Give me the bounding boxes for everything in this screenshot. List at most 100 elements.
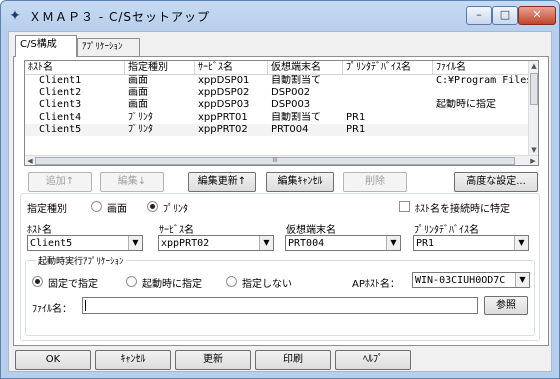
column-header-service[interactable]: ｻｰﾋﾞｽ名 (195, 61, 268, 75)
cell-printer: PR1 (346, 111, 366, 123)
file-input[interactable] (82, 297, 478, 314)
help-button[interactable]: ﾍﾙﾌﾟ (335, 350, 411, 370)
type-screen-radio[interactable] (91, 201, 102, 212)
cell-host: Client3 (39, 99, 82, 111)
cell-host: Client1 (39, 75, 82, 86)
app-window: ✦ ＸＭＡＰ３ - C/Sセットアップ – □ ✕ C/S構成 ｱﾌﾟﾘｹｰｼｮ… (0, 0, 560, 379)
opt-fixed-radio[interactable] (32, 276, 43, 287)
scroll-down-icon[interactable]: ▼ (529, 145, 538, 155)
minimize-button[interactable]: – (466, 6, 492, 25)
cell-service: xppPRT02 (198, 123, 248, 135)
chevron-down-icon[interactable]: ▼ (515, 273, 529, 287)
column-header-printer[interactable]: ﾌﾟﾘﾝﾀﾃﾞﾊﾞｲｽ名 (343, 61, 433, 75)
service-select[interactable]: xppPRT02 ▼ (158, 235, 274, 251)
cell-terminal: 自動割当て (271, 75, 321, 86)
table-row-selected[interactable]: Client5 ﾌﾟﾘﾝﾀ xppPRT02 PRT004 PR1 (25, 123, 530, 136)
chevron-down-icon[interactable]: ▼ (386, 236, 400, 250)
startup-app-group: 起動時実行ｱﾌﾟﾘｹｰｼｮﾝ 固定で指定 起動時に指定 指定しない APﾎｽﾄ名… (25, 254, 535, 336)
list-header: ﾎｽﾄ名 指定種別 ｻｰﾋﾞｽ名 仮想端末名 ﾌﾟﾘﾝﾀﾃﾞﾊﾞｲｽ名 ﾌｧｲﾙ… (25, 61, 530, 75)
text-caret (85, 300, 86, 311)
maximize-button[interactable]: □ (492, 6, 518, 25)
scroll-thumb[interactable] (530, 73, 538, 105)
edit-button[interactable]: 編集↓ (100, 172, 164, 192)
host-value: Client5 (30, 238, 73, 249)
cell-type: ﾌﾟﾘﾝﾀ (128, 111, 153, 123)
ok-button[interactable]: OK (15, 350, 91, 370)
scroll-right-icon[interactable]: ▶ (528, 156, 538, 165)
list-horizontal-scrollbar[interactable]: ◀ III ▶ (25, 155, 538, 165)
cell-host: Client4 (39, 111, 82, 123)
xmap-app-icon[interactable]: ✦ (7, 8, 23, 24)
opt-startup-label[interactable]: 起動時に指定 (142, 275, 202, 290)
tab-application[interactable]: ｱﾌﾟﾘｹｰｼｮﾝ (77, 38, 140, 57)
cell-type: 画面 (128, 75, 148, 86)
chevron-down-icon[interactable]: ▼ (514, 236, 528, 250)
terminal-select[interactable]: PRT004 ▼ (285, 235, 401, 251)
host-connect-checkbox[interactable] (399, 201, 410, 212)
column-header-type[interactable]: 指定種別 (125, 61, 195, 75)
cell-file: C:¥Program Files (436, 75, 530, 86)
cell-terminal: DSP002 (271, 87, 311, 99)
terminal-value: PRT004 (288, 238, 325, 249)
table-row[interactable]: Client1 画面 xppDSP01 自動割当て C:¥Program Fil… (25, 75, 530, 87)
type-label: 指定種別 (27, 204, 67, 215)
tab-cs-config[interactable]: C/S構成 (15, 35, 77, 57)
cell-printer (343, 87, 433, 99)
column-header-file[interactable]: ﾌｧｲﾙ名 (433, 61, 530, 75)
scroll-up-icon[interactable]: ▲ (529, 61, 538, 71)
print-button[interactable]: 印刷 (255, 350, 331, 370)
column-header-terminal[interactable]: 仮想端末名 (268, 61, 343, 75)
cell-file (433, 87, 530, 99)
type-printer-radio[interactable] (147, 201, 158, 212)
opt-none-label[interactable]: 指定しない (242, 275, 292, 290)
opt-none-radio[interactable] (226, 276, 237, 287)
cell-host: Client2 (39, 87, 82, 99)
table-row[interactable]: Client3 画面 xppDSP03 DSP003 起動時に指定 (25, 99, 530, 111)
cell-type: 画面 (128, 99, 148, 111)
edit-update-button[interactable]: 編集更新↑ (188, 172, 256, 192)
type-screen-label[interactable]: 画面 (107, 200, 127, 215)
scroll-thumb-grip[interactable]: III (35, 157, 515, 165)
cell-printer (343, 75, 433, 87)
browse-button[interactable]: 参照 (484, 296, 528, 315)
cell-file (433, 112, 530, 124)
list-body: Client1 画面 xppDSP01 自動割当て C:¥Program Fil… (25, 75, 530, 136)
edit-cancel-button[interactable]: 編集ｷｬﾝｾﾙ (266, 172, 334, 192)
add-button[interactable]: 追加↑ (28, 172, 92, 192)
cell-host: Client5 (39, 123, 82, 135)
cell-type: ﾌﾟﾘﾝﾀ (128, 123, 153, 135)
cell-type: 画面 (128, 87, 148, 99)
cell-terminal: PRT004 (271, 123, 309, 135)
close-button[interactable]: ✕ (518, 6, 556, 25)
ap-host-label: APﾎｽﾄ名： (352, 279, 400, 290)
delete-button[interactable]: 削除 (343, 172, 407, 192)
opt-fixed-label[interactable]: 固定で指定 (48, 275, 98, 290)
cell-service: xppDSP03 (198, 99, 250, 111)
service-label: ｻｰﾋﾞｽ名 (159, 225, 194, 236)
table-row[interactable]: Client4 ﾌﾟﾘﾝﾀ xppPRT01 自動割当て PR1 (25, 112, 530, 124)
dialog-body: C/S構成 ｱﾌﾟﾘｹｰｼｮﾝ ﾎｽﾄ名 指定種別 ｻｰﾋﾞｽ名 仮想端末名 ﾌ… (8, 31, 552, 372)
host-select[interactable]: Client5 ▼ (27, 235, 143, 251)
terminal-label: 仮想端末名 (286, 225, 336, 236)
printer-select[interactable]: PR1 ▼ (413, 235, 529, 251)
scroll-left-icon[interactable]: ◀ (25, 156, 35, 165)
cell-printer (343, 99, 433, 111)
title-bar[interactable]: ✦ ＸＭＡＰ３ - C/Sセットアップ – □ ✕ (1, 1, 559, 31)
opt-startup-radio[interactable] (126, 276, 137, 287)
host-connect-label[interactable]: ﾎｽﾄ名を接続時に特定 (415, 200, 510, 215)
type-printer-label[interactable]: ﾌﾟﾘﾝﾀ (163, 200, 188, 215)
file-label: ﾌｧｲﾙ名： (32, 304, 72, 315)
list-vertical-scrollbar[interactable]: ▲ ▼ (528, 61, 538, 155)
chevron-down-icon[interactable]: ▼ (128, 236, 142, 250)
printer-value: PR1 (416, 238, 435, 249)
ap-host-select[interactable]: WIN-03CIUH0OD7C ▼ (412, 272, 530, 288)
cancel-button[interactable]: ｷｬﾝｾﾙ (95, 350, 171, 370)
update-button[interactable]: 更新 (175, 350, 251, 370)
client-list[interactable]: ﾎｽﾄ名 指定種別 ｻｰﾋﾞｽ名 仮想端末名 ﾌﾟﾘﾝﾀﾃﾞﾊﾞｲｽ名 ﾌｧｲﾙ… (24, 60, 539, 166)
column-header-host[interactable]: ﾎｽﾄ名 (25, 61, 125, 75)
advanced-settings-button[interactable]: 高度な設定... (454, 172, 538, 192)
chevron-down-icon[interactable]: ▼ (259, 236, 273, 250)
table-row[interactable]: Client2 画面 xppDSP02 DSP002 (25, 87, 530, 99)
cell-printer: PR1 (346, 123, 366, 135)
cell-service: xppDSP01 (198, 75, 250, 86)
